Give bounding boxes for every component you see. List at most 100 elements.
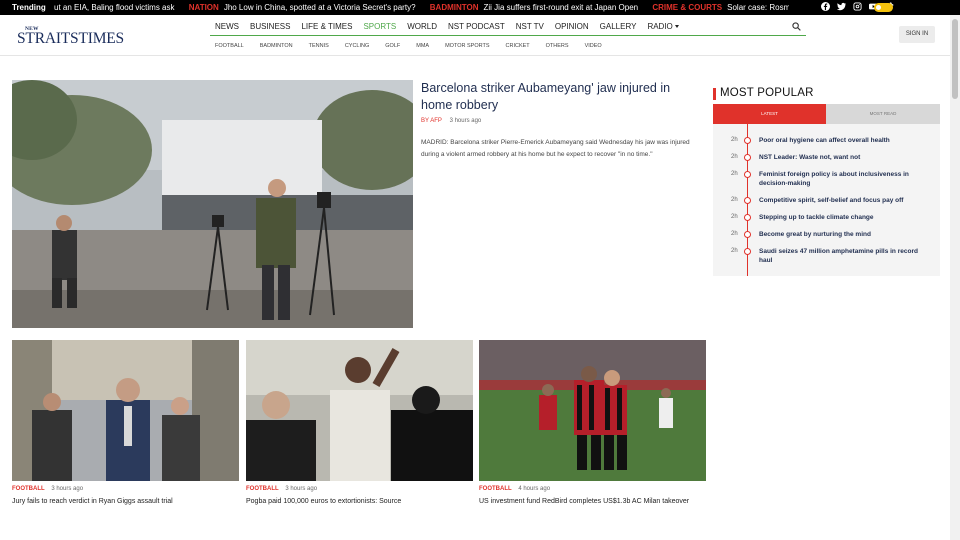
nav-item-business[interactable]: BUSINESS (250, 22, 290, 31)
most-popular-title: MOST POPULAR (720, 87, 814, 99)
item-headline[interactable]: Competitive spirit, self-belief and focu… (759, 196, 924, 205)
nav-item-sports[interactable]: SPORTS (363, 22, 396, 31)
item-time: 2h (731, 154, 738, 160)
most-popular-tabs: LATEST MOST READ (713, 104, 940, 124)
trending-headline: Solar case: Rosmah (727, 3, 789, 12)
timeline-dot (744, 171, 751, 178)
timeline-dot (744, 197, 751, 204)
subnav-item-mma[interactable]: MMA (416, 43, 429, 49)
subnav-item-others[interactable]: OTHERS (546, 43, 569, 49)
main-nav: NEWS BUSINESS LIFE & TIMES SPORTS WORLD … (215, 22, 690, 31)
site-header: NEW STRAITSTIMES NEWS BUSINESS LIFE & TI… (0, 15, 960, 56)
trending-item[interactable]: NATION Jho Low in China, spotted at a Vic… (189, 0, 416, 15)
nav-item-radio[interactable]: RADIO (647, 22, 679, 31)
nav-item-podcast[interactable]: NST PODCAST (448, 22, 505, 31)
nav-underline (210, 35, 806, 36)
subnav-item-cricket[interactable]: CRICKET (506, 43, 530, 49)
nav-item-nst-tv[interactable]: NST TV (516, 22, 544, 31)
article-card: FOOTBALL 3 hours ago Jury fails to reach… (12, 340, 239, 507)
facebook-icon[interactable] (821, 2, 830, 11)
item-time: 2h (731, 231, 738, 237)
article-category[interactable]: FOOTBALL (479, 486, 512, 492)
article-image[interactable] (479, 340, 706, 481)
article-headline[interactable]: Jury fails to reach verdict in Ryan Gigg… (12, 497, 239, 507)
hero-summary: MADRID: Barcelona striker Pierre-Emerick… (421, 139, 690, 158)
article-headline[interactable]: Pogba paid 100,000 euros to extortionist… (246, 497, 473, 507)
page-scrollbar[interactable] (950, 15, 960, 540)
hero-byline[interactable]: BY AFP (421, 118, 442, 124)
trending-item[interactable]: BADMINTON Zii Jia suffers first-round exi… (430, 0, 638, 15)
item-headline[interactable]: Saudi seizes 47 million amphetamine pill… (759, 247, 924, 265)
trending-category: CRIME & COURTS (652, 3, 723, 12)
hero-meta: BY AFP 3 hours ago (421, 118, 481, 124)
item-time: 2h (731, 137, 738, 143)
trending-items: ut an EIA, Baling flood victims ask NATI… (49, 0, 789, 15)
item-time: 2h (731, 214, 738, 220)
article-category[interactable]: FOOTBALL (246, 486, 279, 492)
item-headline[interactable]: Stepping up to tackle climate change (759, 213, 924, 222)
scrollbar-thumb[interactable] (952, 19, 958, 99)
nav-item-news[interactable]: NEWS (215, 22, 239, 31)
article-image[interactable] (246, 340, 473, 481)
nav-item-opinion[interactable]: OPINION (555, 22, 589, 31)
trending-headline: Jho Low in China, spotted at a Victoria … (223, 3, 416, 12)
subnav-item-tennis[interactable]: TENNIS (309, 43, 329, 49)
item-headline[interactable]: Poor oral hygiene can affect overall hea… (759, 136, 924, 145)
sub-nav: FOOTBALL BADMINTON TENNIS CYCLING GOLF M… (215, 43, 618, 49)
trending-item[interactable]: CRIME & COURTS Solar case: Rosmah (652, 0, 789, 15)
twitter-icon[interactable] (837, 2, 846, 11)
article-card: FOOTBALL 3 hours ago Pogba paid 100,000 … (246, 340, 473, 507)
trending-headline: ut an EIA, Baling flood victims ask (54, 3, 175, 12)
hero-timestamp: 3 hours ago (449, 118, 482, 124)
timeline-dot (744, 214, 751, 221)
article-meta: FOOTBALL 3 hours ago (246, 486, 473, 492)
article-image[interactable] (12, 340, 239, 481)
article-category[interactable]: FOOTBALL (12, 486, 45, 492)
timeline-dot (744, 248, 751, 255)
sign-in-button[interactable]: SIGN IN (899, 26, 935, 43)
nav-item-radio-label: RADIO (647, 22, 673, 31)
item-headline[interactable]: Become great by nurturing the mind (759, 230, 924, 239)
trending-item[interactable]: ut an EIA, Baling flood victims ask (49, 0, 175, 15)
site-logo[interactable]: NEW STRAITSTIMES (17, 26, 125, 48)
subnav-item-motor-sports[interactable]: MOTOR SPORTS (445, 43, 489, 49)
article-meta: FOOTBALL 4 hours ago (479, 486, 706, 492)
hero-image[interactable] (12, 80, 413, 328)
most-popular-accent (713, 88, 716, 100)
article-headline[interactable]: US investment fund RedBird completes US$… (479, 497, 706, 507)
hero-headline[interactable]: Barcelona striker Aubameyang' jaw injure… (421, 80, 701, 114)
timeline-dot (744, 154, 751, 161)
item-headline[interactable]: Feminist foreign policy is about inclusi… (759, 170, 924, 188)
trending-category: NATION (188, 3, 219, 12)
trending-label: Trending (12, 3, 46, 12)
item-time: 2h (731, 171, 738, 177)
article-time: 3 hours ago (51, 486, 84, 492)
tab-most-read[interactable]: MOST READ (826, 104, 940, 124)
article-card: FOOTBALL 4 hours ago US investment fund … (479, 340, 706, 507)
trending-headline: Zii Jia suffers first-round exit at Japa… (483, 3, 639, 12)
search-icon[interactable] (792, 22, 801, 31)
nav-item-life-times[interactable]: LIFE & TIMES (301, 22, 352, 31)
subnav-item-football[interactable]: FOOTBALL (215, 43, 244, 49)
timeline-dot (744, 137, 751, 144)
chevron-down-icon (674, 25, 679, 28)
item-time: 2h (731, 248, 738, 254)
subnav-item-video[interactable]: VIDEO (585, 43, 602, 49)
nav-item-world[interactable]: WORLD (407, 22, 437, 31)
article-time: 4 hours ago (518, 486, 551, 492)
instagram-icon[interactable] (853, 2, 862, 11)
subnav-item-cycling[interactable]: CYCLING (345, 43, 369, 49)
trending-category: BADMINTON (429, 3, 479, 12)
timeline-dot (744, 231, 751, 238)
trending-bar: Trending ut an EIA, Baling flood victims… (0, 0, 960, 15)
most-popular-list: 2h Poor oral hygiene can affect overall … (713, 124, 940, 276)
tab-latest[interactable]: LATEST (713, 104, 826, 124)
nav-item-gallery[interactable]: GALLERY (600, 22, 637, 31)
article-meta: FOOTBALL 3 hours ago (12, 486, 239, 492)
article-time: 3 hours ago (285, 486, 318, 492)
subnav-item-golf[interactable]: GOLF (385, 43, 400, 49)
subnav-item-badminton[interactable]: BADMINTON (260, 43, 293, 49)
logo-main-text: STRAITSTIMES (17, 30, 124, 47)
item-headline[interactable]: NST Leader: Waste not, want not (759, 153, 924, 162)
theme-toggle[interactable] (874, 3, 893, 12)
